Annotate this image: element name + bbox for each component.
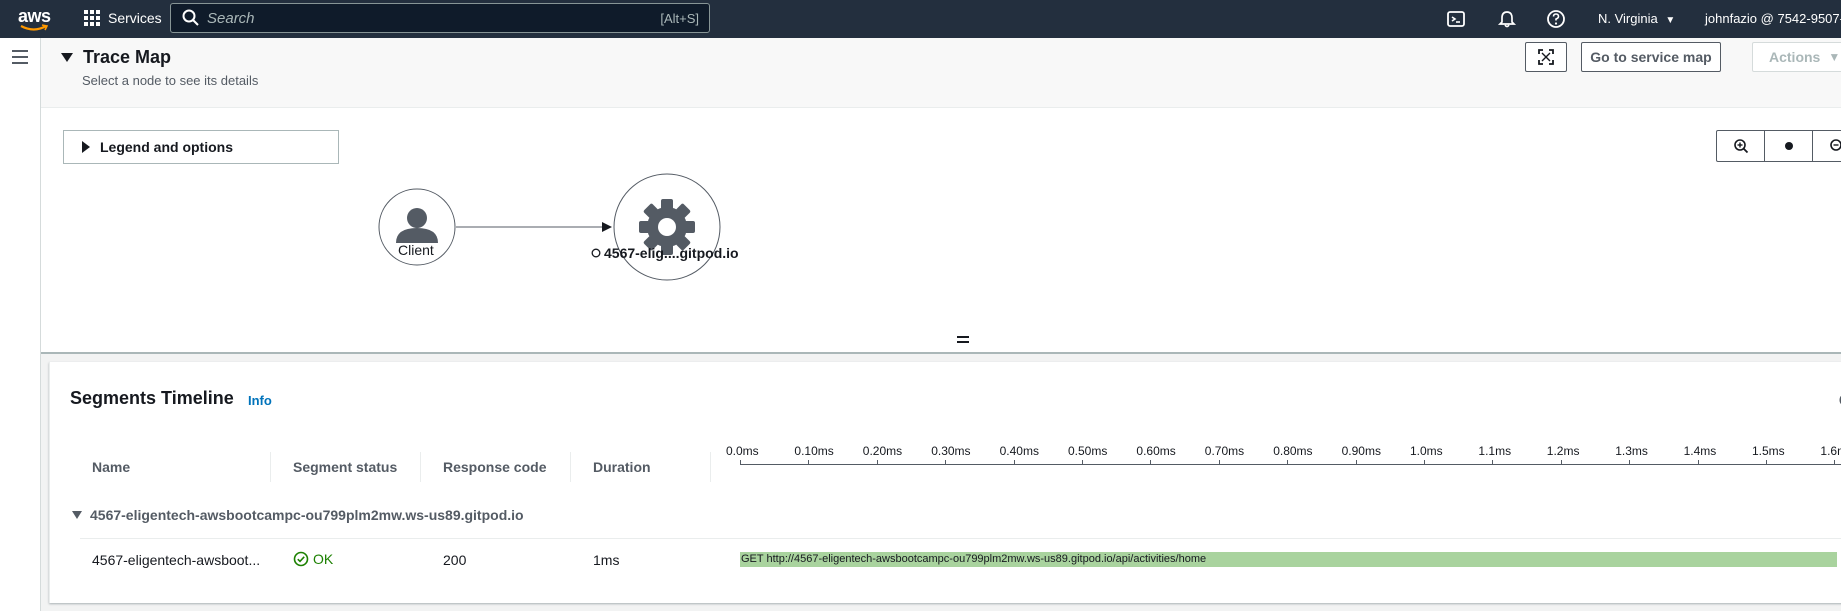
timeline-axis-line xyxy=(740,464,1841,465)
trace-map-subtitle: Select a node to see its details xyxy=(82,73,259,88)
segment-group-toggle[interactable]: 4567-eligentech-awsbootcampc-ou799plm2mw… xyxy=(72,507,524,523)
aws-smile-icon xyxy=(20,24,48,31)
fullscreen-button[interactable] xyxy=(1525,42,1567,72)
resize-handle-icon[interactable] xyxy=(957,336,969,346)
zoom-controls xyxy=(1716,130,1841,162)
status-ring-icon xyxy=(591,248,601,258)
service-node-label: 4567-elig....gitpod.io xyxy=(604,245,739,261)
segment-group-name: 4567-eligentech-awsbootcampc-ou799plm2mw… xyxy=(90,507,524,523)
column-divider xyxy=(710,452,711,482)
trace-map-header: Trace Map Select a node to see its detai… xyxy=(41,38,1841,108)
search-icon xyxy=(182,9,199,26)
zoom-out-button[interactable] xyxy=(1813,131,1841,161)
segment-timeline-bar[interactable]: GET http://4567-eligentech-awsbootcampc-… xyxy=(740,552,1837,567)
timeline-tick-label: 0.40ms xyxy=(999,444,1039,458)
account-label: johnfazio @ 7542-9507- xyxy=(1705,11,1841,26)
timeline-tick-label: 0.30ms xyxy=(931,444,971,458)
region-caret-icon: ▼ xyxy=(1665,15,1676,26)
timeline-tick-label: 1.4ms xyxy=(1683,444,1717,458)
timeline-tick-label: 1.5ms xyxy=(1752,444,1785,458)
column-divider xyxy=(420,452,421,482)
response-code-cell: 200 xyxy=(443,552,467,568)
go-to-service-map-button[interactable]: Go to service map xyxy=(1581,42,1721,72)
column-divider xyxy=(270,452,271,482)
timeline-tick-label: 1.6m xyxy=(1820,444,1841,458)
row-divider xyxy=(80,538,1841,539)
duration-cell: 1ms xyxy=(593,552,620,568)
timeline-tick-label: 1.3ms xyxy=(1615,444,1648,458)
services-grid-icon xyxy=(84,10,100,26)
menu-hamburger-icon[interactable] xyxy=(12,50,28,64)
segment-status-label: OK xyxy=(313,551,334,567)
segment-status-cell: OK xyxy=(293,551,333,567)
timeline-tick-label: 0.50ms xyxy=(1068,444,1108,458)
top-navigation: aws Services [Alt+S] N. Virginia ▼ xyxy=(0,0,1841,38)
column-header-duration[interactable]: Duration xyxy=(593,459,651,475)
trace-map-canvas[interactable]: Legend and options Client 4567-elig....g… xyxy=(41,108,1841,353)
column-header-name[interactable]: Name xyxy=(92,459,130,475)
timeline-tick-label: 1.2ms xyxy=(1546,444,1580,458)
zoom-out-icon xyxy=(1830,139,1841,151)
segment-name-cell[interactable]: 4567-eligentech-awsboot... xyxy=(92,552,260,568)
expand-icon xyxy=(1538,49,1554,65)
search-input[interactable] xyxy=(207,9,661,27)
side-navigation-rail xyxy=(0,38,41,611)
timeline-tick-label: 0.80ms xyxy=(1273,444,1313,458)
timeline-tick-label: 0.20ms xyxy=(862,444,903,458)
timeline-tick-label: 0.10ms xyxy=(794,444,834,458)
trace-graph xyxy=(378,173,721,281)
services-label: Services xyxy=(108,10,162,26)
service-node[interactable] xyxy=(613,173,721,281)
timeline-tick-label: 1.1ms xyxy=(1478,444,1512,458)
timeline-title: Segments Timeline xyxy=(70,388,234,408)
caret-down-icon xyxy=(61,53,73,62)
client-node-label: Client xyxy=(398,242,434,258)
page-title: Trace Map xyxy=(83,47,172,67)
service-node-label-group: 4567-elig....gitpod.io xyxy=(591,245,739,261)
notifications-bell-icon[interactable] xyxy=(1497,9,1517,29)
search-shortcut-hint: [Alt+S] xyxy=(660,10,699,26)
check-circle-icon xyxy=(293,551,309,567)
timeline-tick-label: 0.60ms xyxy=(1136,444,1176,458)
reset-zoom-button[interactable] xyxy=(1765,131,1813,161)
actions-label: Actions xyxy=(1769,49,1821,65)
dot-icon xyxy=(1784,142,1793,150)
timeline-tick-label: 0.90ms xyxy=(1341,444,1381,458)
column-header-segment-status[interactable]: Segment status xyxy=(293,459,397,475)
help-icon[interactable] xyxy=(1546,9,1566,29)
actions-dropdown-button[interactable]: Actions ▼ xyxy=(1752,42,1841,72)
zoom-in-icon xyxy=(1733,139,1748,154)
region-selector[interactable]: N. Virginia ▼ xyxy=(1598,11,1675,26)
zoom-in-button[interactable] xyxy=(1717,131,1765,161)
trace-map-collapse-toggle[interactable]: Trace Map xyxy=(61,47,171,68)
caret-down-icon xyxy=(72,511,82,519)
column-divider xyxy=(570,452,571,482)
segments-timeline-panel: Segments Timeline Info Name Segment stat… xyxy=(49,362,1841,603)
cloudshell-icon[interactable] xyxy=(1446,9,1466,29)
services-menu-button[interactable]: Services xyxy=(84,10,162,26)
user-icon xyxy=(407,208,427,228)
timeline-tick-label: 1.0ms xyxy=(1410,444,1443,458)
timeline-tick-label: 0.0ms xyxy=(726,444,759,458)
info-link[interactable]: Info xyxy=(248,393,272,408)
aws-logo[interactable]: aws xyxy=(18,6,52,32)
column-header-response-code[interactable]: Response code xyxy=(443,459,546,475)
account-menu[interactable]: johnfazio @ 7542-9507- xyxy=(1705,11,1841,26)
timeline-tick-label: 0.70ms xyxy=(1204,444,1245,458)
region-label: N. Virginia xyxy=(1598,11,1658,26)
search-bar[interactable]: [Alt+S] xyxy=(170,3,710,33)
actions-caret-icon: ▼ xyxy=(1828,50,1841,64)
